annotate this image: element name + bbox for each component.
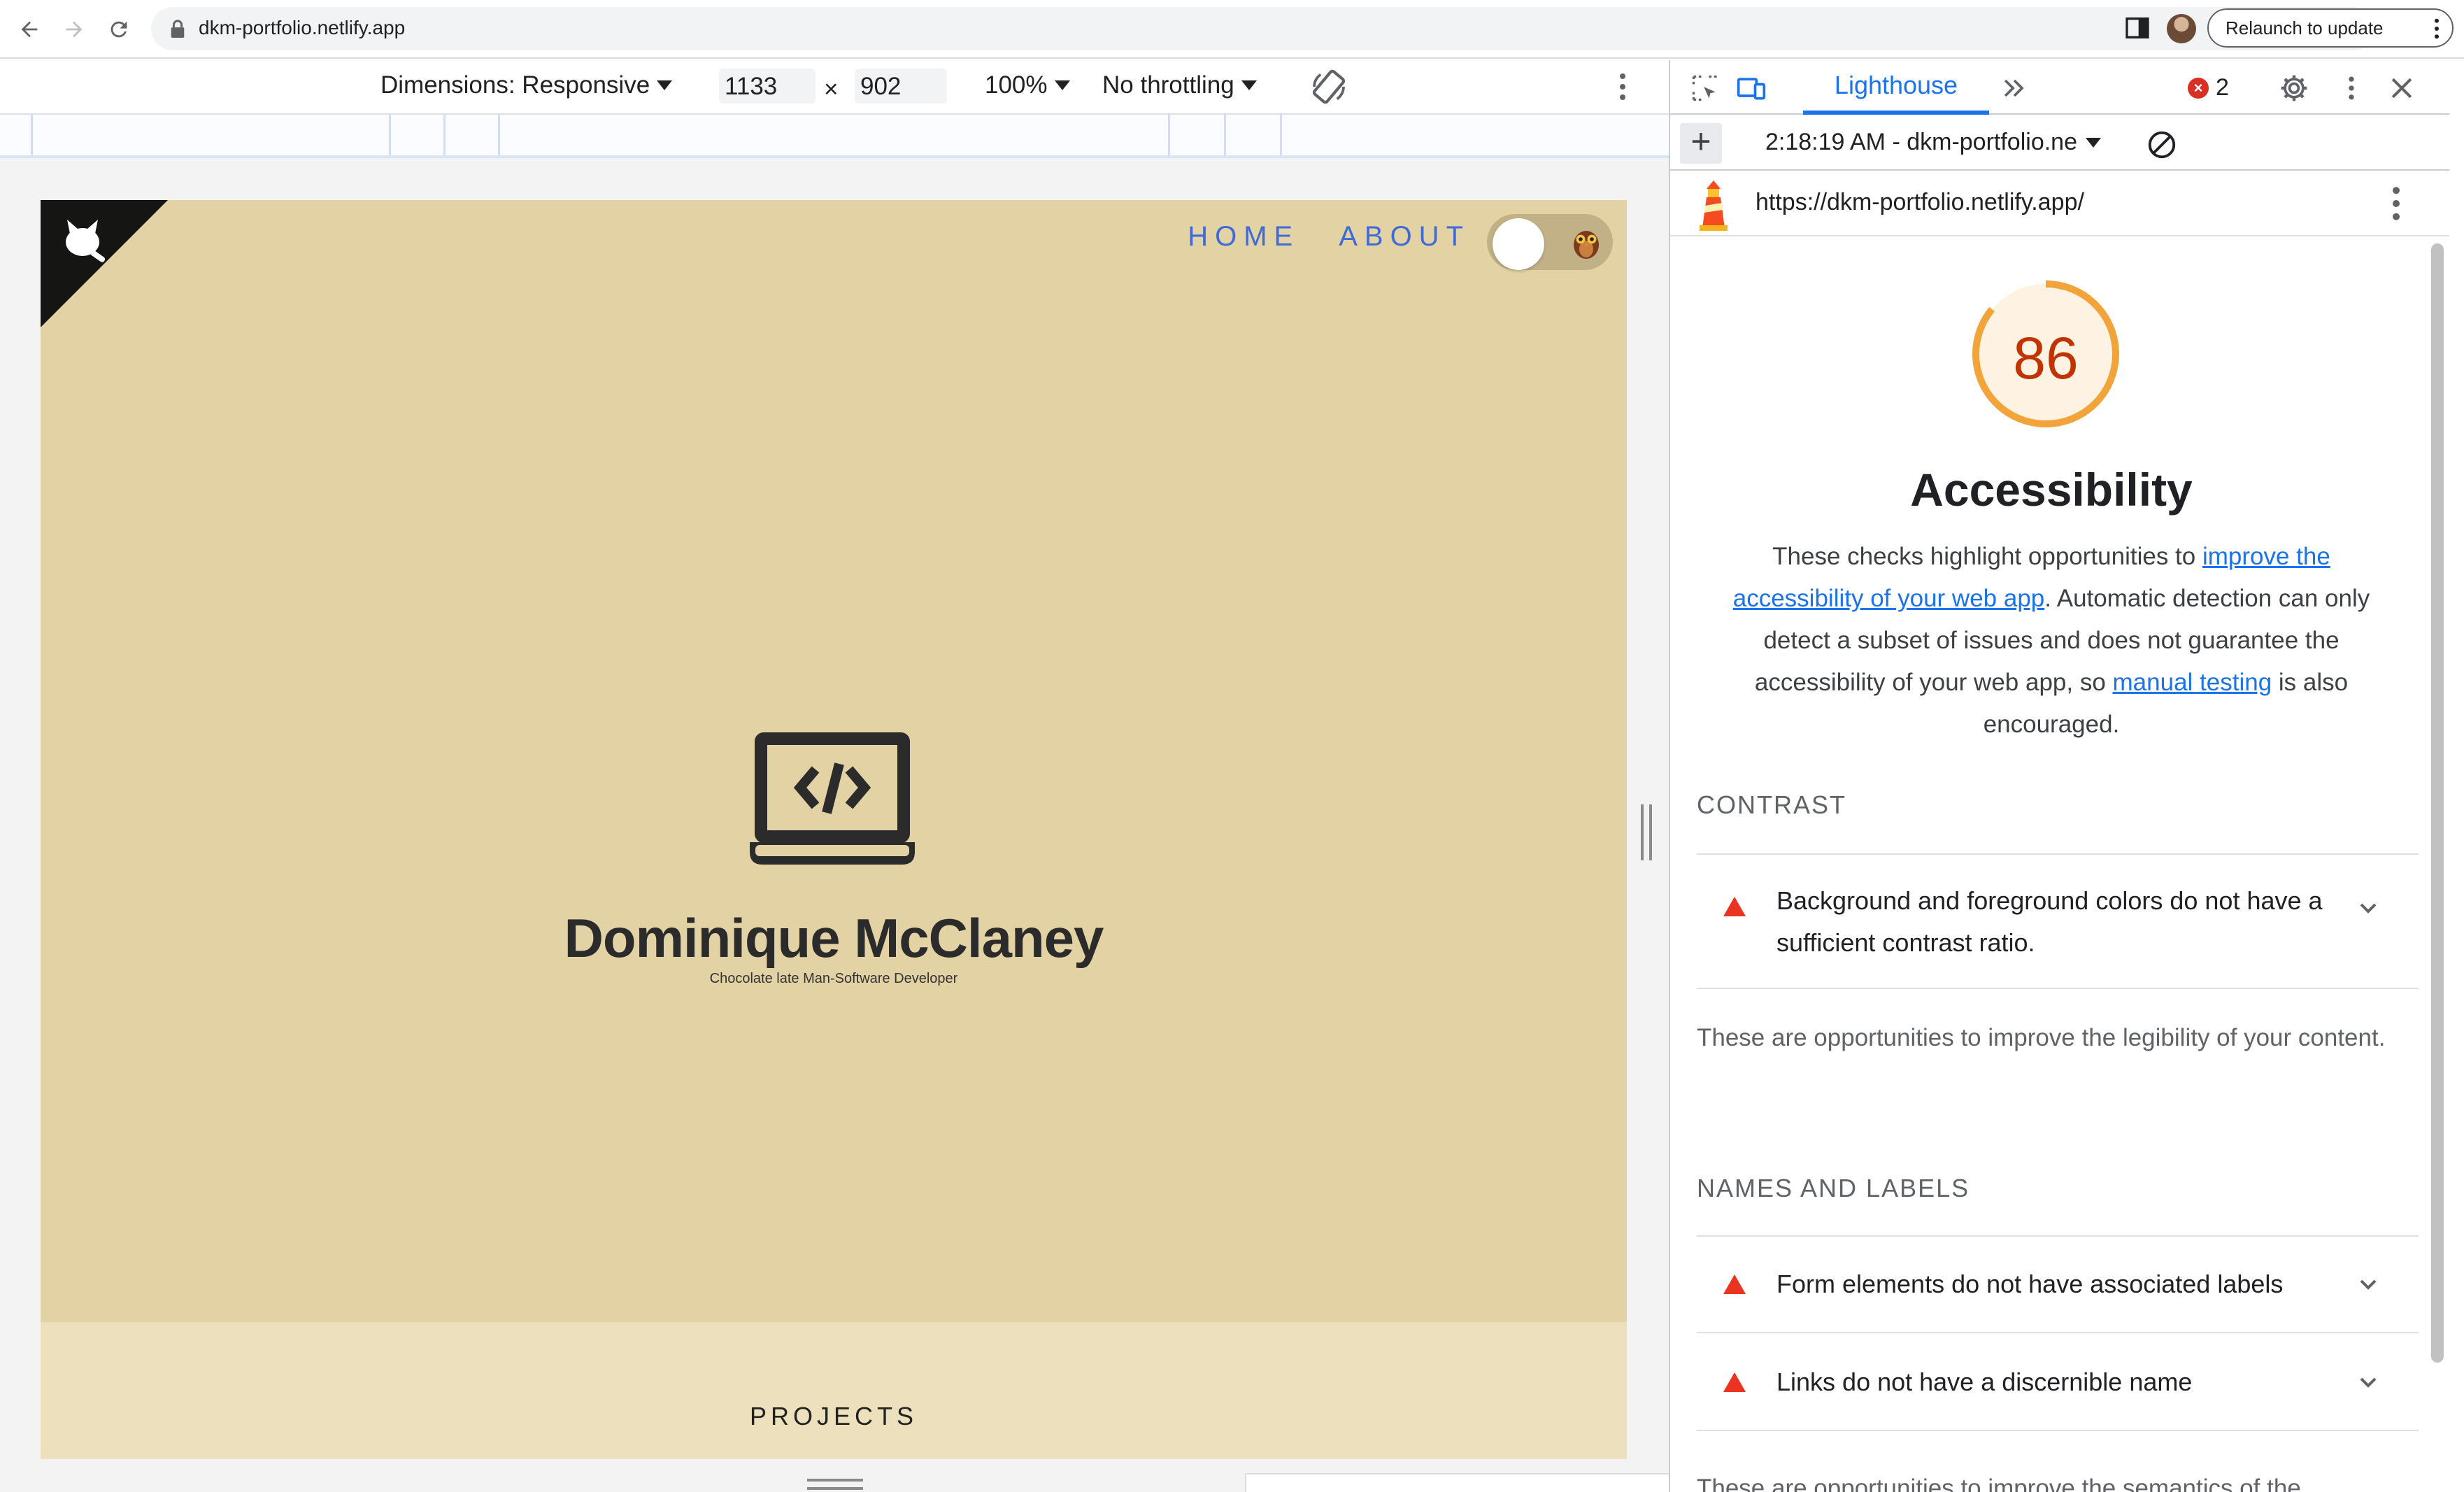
dropdown-arrow-icon	[1241, 80, 1257, 90]
owl-icon	[1574, 231, 1599, 259]
inspect-element-icon[interactable]	[1690, 73, 1721, 104]
lock-icon	[171, 20, 185, 38]
audit-form-labels[interactable]: Form elements do not have associated lab…	[1697, 1237, 2419, 1333]
laptop-code-icon	[750, 732, 915, 865]
dropdown-arrow-icon	[1054, 80, 1070, 90]
side-panel-icon[interactable]	[2123, 14, 2151, 42]
close-icon[interactable]	[2386, 73, 2417, 104]
error-count: 2	[2216, 74, 2229, 101]
dimensions-label: Dimensions: Responsive	[380, 71, 650, 99]
ruler-segment	[389, 115, 391, 155]
hero-tagline: Chocolate late Man-Software Developer	[709, 971, 958, 986]
back-button[interactable]	[14, 14, 45, 45]
manual-testing-link[interactable]: manual testing	[2113, 669, 2272, 696]
new-report-button[interactable]: +	[1680, 123, 1722, 164]
report-select-label: 2:18:19 AM - dkm-portfolio.ne	[1765, 129, 2078, 155]
forward-button[interactable]	[59, 14, 90, 45]
ruler-segment	[31, 115, 33, 155]
zoom-select[interactable]: 100%	[985, 71, 1070, 99]
toggle-knob	[1493, 218, 1544, 270]
ruler-segment	[498, 115, 500, 155]
more-tabs-icon[interactable]	[1999, 73, 2030, 104]
audit-color-contrast[interactable]: Background and foreground colors do not …	[1697, 855, 2419, 989]
tab-lighthouse[interactable]: Lighthouse	[1803, 60, 1989, 115]
ruler-segment	[1280, 115, 1282, 155]
ruler-segment	[1224, 115, 1226, 155]
projects-heading: PROJECTS	[749, 1402, 918, 1430]
report-scrollbar[interactable]	[2431, 243, 2444, 1363]
ruler-segment	[443, 115, 446, 155]
error-count-badge[interactable]: × 2	[2188, 74, 2229, 101]
category-description: These checks highlight opportunities to …	[1707, 536, 2396, 746]
back-arrow-icon	[21, 21, 38, 38]
address-url: dkm-portfolio.netlify.app	[199, 17, 406, 38]
throttling-select[interactable]: No throttling	[1102, 71, 1257, 99]
fail-triangle-icon	[1723, 1372, 1746, 1392]
group-title-contrast: CONTRAST	[1697, 790, 1846, 819]
more-vertical-icon[interactable]	[1609, 73, 1637, 101]
projects-section	[41, 1322, 1627, 1459]
clear-reports-icon[interactable]	[2146, 129, 2178, 161]
reload-button[interactable]	[104, 14, 134, 45]
report-url: https://dkm-portfolio.netlify.app/	[1756, 189, 2084, 215]
hero-name: Dominique McClaney	[564, 907, 1104, 969]
group-description: These are opportunities to improve the l…	[1697, 1024, 2386, 1051]
profile-avatar[interactable]	[2167, 14, 2196, 43]
category-title: Accessibility	[1910, 464, 2193, 516]
github-corner-icon[interactable]	[41, 200, 168, 327]
lighthouse-logo-icon	[1700, 180, 1728, 231]
viewport-bottom-resize-handle[interactable]	[807, 1479, 863, 1490]
reload-icon	[111, 21, 127, 38]
zoom-label: 100%	[985, 71, 1048, 99]
audit-title: Links do not have a discernible name	[1776, 1367, 2193, 1396]
desc-text: These checks highlight opportunities to	[1772, 543, 2202, 570]
more-vertical-icon	[2435, 18, 2439, 39]
fail-triangle-icon	[1723, 1274, 1746, 1294]
portfolio-page: HOME ABOUT Dominique McClaney Chocolate …	[41, 200, 1627, 1459]
chevron-down-icon	[2360, 903, 2377, 914]
audit-link-name[interactable]: Links do not have a discernible name	[1697, 1335, 2419, 1431]
relaunch-button[interactable]: Relaunch to update	[2207, 8, 2454, 48]
more-vertical-icon[interactable]	[2336, 73, 2367, 104]
device-viewport: HOME ABOUT Dominique McClaney Chocolate …	[0, 158, 1888, 1492]
site-nav: HOME ABOUT	[1188, 221, 1470, 253]
report-url-row: https://dkm-portfolio.netlify.app/	[1670, 172, 2449, 236]
theme-toggle[interactable]	[1487, 214, 1613, 270]
dropdown-arrow-icon	[657, 80, 673, 90]
devtools-tabbar: Lighthouse × 2	[1670, 60, 2449, 115]
settings-gear-icon[interactable]	[2279, 73, 2309, 104]
dropdown-arrow-icon	[2086, 137, 2102, 148]
throttling-label: No throttling	[1102, 71, 1234, 99]
device-toolbar: Dimensions: Responsive 1133 × 902 100% N…	[0, 60, 1669, 115]
height-input[interactable]: 902	[855, 69, 947, 104]
media-query-ruler[interactable]	[0, 115, 1669, 158]
report-select[interactable]: 2:18:19 AM - dkm-portfolio.ne	[1765, 129, 2102, 156]
audit-title: Form elements do not have associated lab…	[1776, 1270, 2284, 1298]
nav-about-link[interactable]: ABOUT	[1339, 221, 1470, 253]
times-sign: ×	[824, 76, 839, 103]
device-toggle-icon[interactable]	[1736, 73, 1767, 104]
dimensions-select[interactable]: Dimensions: Responsive	[380, 71, 673, 99]
rotate-icon[interactable]	[1309, 67, 1348, 106]
forward-arrow-icon	[66, 21, 83, 38]
address-bar[interactable]: dkm-portfolio.netlify.app	[151, 7, 2375, 50]
ruler-segment	[1168, 115, 1170, 155]
nav-home-link[interactable]: HOME	[1188, 221, 1299, 253]
more-vertical-icon[interactable]	[2391, 186, 2402, 221]
fail-triangle-icon	[1723, 897, 1746, 916]
relaunch-label: Relaunch to update	[2226, 17, 2384, 38]
chevron-down-icon	[2360, 1279, 2377, 1290]
score-value: 86	[2013, 325, 2079, 391]
viewport-resize-handle[interactable]	[1641, 804, 1652, 860]
group-description-partial: These are opportunities to improve the s…	[1697, 1475, 2301, 1492]
chevron-down-icon	[2360, 1377, 2377, 1388]
width-input[interactable]: 1133	[719, 69, 816, 104]
audit-title: Background and foreground colors do not …	[1776, 886, 2323, 957]
browser-toolbar: dkm-portfolio.netlify.app Relaunch to up…	[0, 0, 2464, 59]
error-icon: ×	[2188, 77, 2209, 99]
group-title-names-labels: NAMES AND LABELS	[1697, 1174, 1970, 1202]
devtools-panel: Lighthouse × 2 + 2:18:19 AM - dkm-portfo…	[1669, 60, 2449, 1492]
